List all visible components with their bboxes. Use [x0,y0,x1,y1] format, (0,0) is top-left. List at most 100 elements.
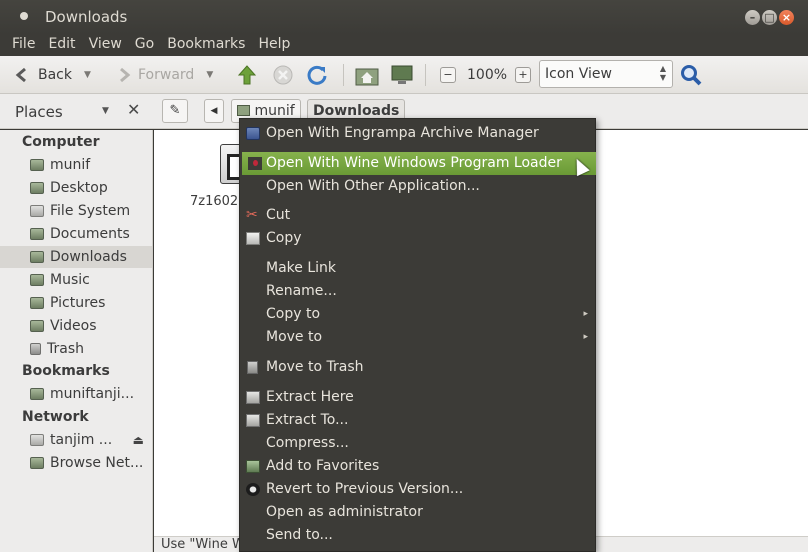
extract-icon [246,391,260,404]
menu-item-label: Rename... [266,283,337,299]
home-folder-icon [30,159,44,171]
sidebar-item-bookmark[interactable]: muniftanji... [0,383,152,405]
home-folder-icon [355,68,379,86]
menu-item-cut[interactable]: ✂ Cut [240,204,595,227]
close-icon[interactable]: × [779,10,794,25]
wine-icon [248,157,262,170]
menu-item-label: Revert to Previous Version... [266,481,464,497]
favorites-icon [246,460,260,473]
back-label: Back [38,67,72,83]
breadcrumb-left-button[interactable]: ◀ [204,99,224,123]
up-button[interactable] [236,63,258,87]
menu-item-label: Compress... [266,435,349,451]
zoom-out-icon: − [440,67,456,83]
sidebar-item-label: Pictures [50,295,106,311]
drive-icon [30,205,44,217]
menu-item-label: Open as administrator [266,504,423,520]
sidebar-item-music[interactable]: Music [0,269,152,291]
sidebar-header-network: Network [22,409,89,425]
menu-item-rename[interactable]: Rename... [240,280,595,303]
sidebar-item-downloads[interactable]: Downloads [0,246,152,268]
reload-button[interactable] [306,63,328,87]
sidebar-item-label: Browse Net... [50,455,144,471]
sidebar-item-videos[interactable]: Videos [0,315,152,337]
sidebar-header-bookmarks: Bookmarks [22,363,110,379]
forward-dropdown-icon[interactable]: ▼ [206,70,213,80]
menu-file[interactable]: File [12,34,35,56]
copy-icon [246,232,260,245]
sidebar-header-computer: Computer [22,134,100,150]
scissors-icon: ✂ [246,207,258,223]
menu-item-compress[interactable]: Compress... [240,432,595,455]
forward-button[interactable]: Forward ▼ [116,63,213,87]
back-dropdown-icon[interactable]: ▼ [84,70,91,80]
edit-location-button[interactable]: ✎ [162,99,188,123]
downloads-folder-icon [30,251,44,263]
menu-item-label: Make Link [266,260,336,276]
sidebar-item-documents[interactable]: Documents [0,223,152,245]
pictures-folder-icon [30,297,44,309]
sidebar-mode-label[interactable]: Places [15,103,63,121]
toolbar-separator [425,64,426,86]
sidebar-item-file-system[interactable]: File System [0,200,152,222]
view-mode-select[interactable]: Icon View ▲ ▼ [539,60,673,88]
menu-item-move-to[interactable]: Move to ▸ [240,326,595,349]
menu-go[interactable]: Go [135,34,154,56]
select-arrows-icon: ▲ ▼ [659,64,666,82]
sidebar-item-browse-network[interactable]: Browse Net... [0,452,152,474]
sidebar-item-munif[interactable]: munif [0,154,152,176]
submenu-arrow-icon: ▸ [583,309,588,319]
menu-item-extract-to[interactable]: Extract To... [240,409,595,432]
back-button[interactable]: Back ▼ [14,63,91,87]
zoom-out-button[interactable]: − [440,63,456,87]
menu-item-label: Move to Trash [266,359,364,375]
sidebar-item-label: File System [50,203,131,219]
zoom-level[interactable]: 100% [467,63,507,87]
menu-item-label: Move to [266,329,323,345]
computer-button[interactable] [390,63,414,87]
maximize-icon[interactable]: □ [762,10,777,25]
menu-item-open-with-wine[interactable]: Open With Wine Windows Program Loader [242,152,596,175]
sidebar-item-network-drive[interactable]: tanjim ... ⏏ [0,429,152,451]
menu-item-extract-here[interactable]: Extract Here [240,386,595,409]
search-button[interactable] [680,63,702,87]
stop-button[interactable] [272,63,294,87]
menu-item-add-to-favorites[interactable]: Add to Favorites [240,455,595,478]
toolbar-separator [343,64,344,86]
menu-item-open-with-other[interactable]: Open With Other Application... [240,175,595,198]
menu-item-label: Copy to [266,306,321,322]
sidebar-item-label: muniftanji... [50,386,135,402]
revert-icon [246,483,260,496]
chevron-down-icon[interactable]: ▼ [102,106,109,116]
menu-item-label: Extract Here [266,389,354,405]
network-drive-icon [30,434,44,446]
menu-item-copy[interactable]: Copy [240,227,595,250]
menu-help[interactable]: Help [258,34,290,56]
sidebar-item-label: Music [50,272,90,288]
window-controls: – □ × [745,10,794,25]
menu-item-revert[interactable]: Revert to Previous Version... [240,478,595,501]
sidebar-item-trash[interactable]: Trash [0,338,152,360]
documents-folder-icon [30,228,44,240]
menu-view[interactable]: View [89,34,122,56]
menu-item-send-to[interactable]: Send to... [240,524,595,547]
sidebar-item-pictures[interactable]: Pictures [0,292,152,314]
menu-item-make-link[interactable]: Make Link [240,257,595,280]
home-button[interactable] [355,63,379,87]
file-name-label[interactable]: 7z1602 [190,194,238,209]
sidebar-item-desktop[interactable]: Desktop [0,177,152,199]
sidebar-item-label: Downloads [50,249,127,265]
menu-item-move-to-trash[interactable]: Move to Trash [240,356,595,379]
menu-bookmarks[interactable]: Bookmarks [167,34,245,56]
menu-edit[interactable]: Edit [48,34,75,56]
zoom-in-button[interactable]: + [515,63,531,87]
eject-icon[interactable]: ⏏ [133,433,144,447]
trash-icon [247,361,258,374]
menu-item-copy-to[interactable]: Copy to ▸ [240,303,595,326]
close-sidebar-icon[interactable]: ✕ [127,100,140,119]
minimize-icon[interactable]: – [745,10,760,25]
menu-item-open-as-admin[interactable]: Open as administrator [240,501,595,524]
window-menu-icon[interactable] [20,12,28,20]
menu-item-open-with-engrampa[interactable]: Open With Engrampa Archive Manager [240,122,595,145]
menu-item-label: Copy [266,230,302,246]
